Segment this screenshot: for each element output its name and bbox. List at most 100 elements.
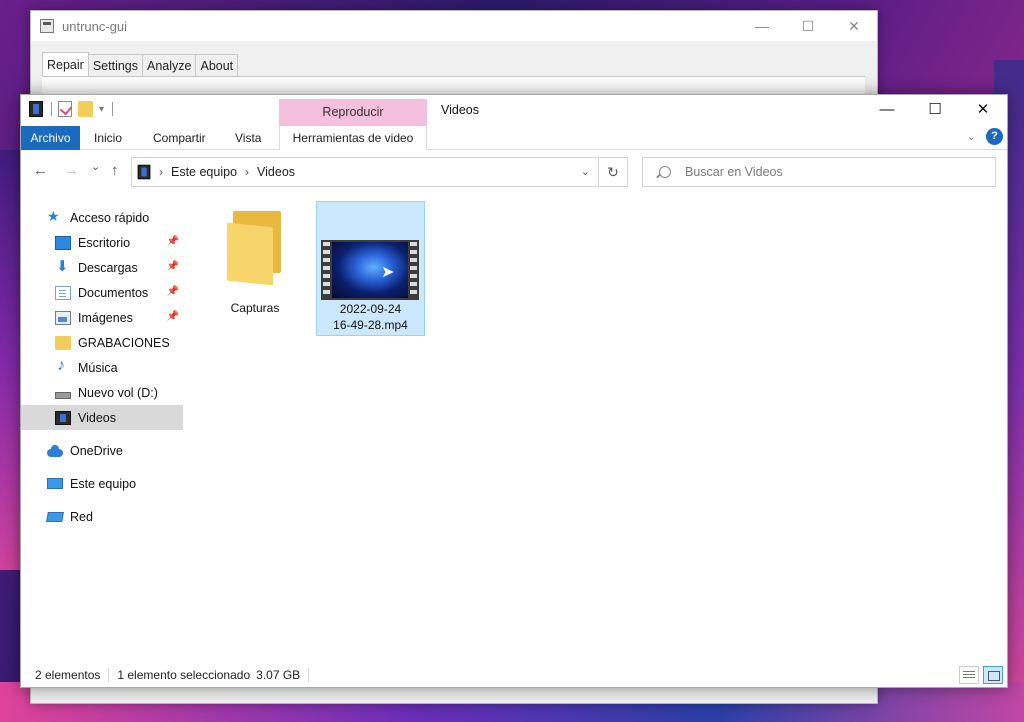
sidebar-item-this-pc[interactable]: Este equipo [21, 471, 183, 496]
sidebar-item-grabaciones[interactable]: GRABACIONES [21, 330, 183, 355]
up-arrow-icon[interactable]: ↑ [111, 162, 119, 179]
navigation-bar: ← → ⌄ ↑ › Este equipo › Videos ⌄ ↻ Busca… [21, 150, 1007, 192]
toolbar-divider [112, 102, 114, 116]
properties-icon[interactable] [58, 101, 72, 117]
address-dropdown-icon[interactable]: ⌄ [581, 165, 590, 178]
chevron-right-icon[interactable]: › [245, 165, 249, 179]
tab-analyze[interactable]: Analyze [142, 54, 197, 76]
app-icon [40, 19, 54, 33]
close-button[interactable]: ✕ [831, 11, 877, 41]
details-view-icon[interactable] [959, 666, 979, 684]
breadcrumb-videos[interactable]: Videos [257, 165, 295, 179]
search-input[interactable]: Buscar en Videos [642, 157, 996, 187]
pin-icon: 📌 [166, 311, 179, 322]
close-button[interactable]: ✕ [959, 95, 1007, 125]
large-icons-view-icon[interactable] [983, 666, 1003, 684]
explorer-window-controls: — ☐ ✕ [863, 95, 1007, 125]
sidebar-item-label: Música [78, 360, 118, 375]
folder-icon [55, 335, 71, 350]
onedrive-cloud-icon [47, 444, 63, 458]
minimize-button[interactable]: — [863, 95, 911, 125]
computer-icon [47, 478, 63, 489]
sidebar-item-label: Imágenes [78, 310, 133, 325]
downloads-icon [55, 257, 71, 275]
tab-share[interactable]: Compartir [153, 126, 206, 150]
drive-icon [55, 392, 71, 399]
file-item-video[interactable]: ➤ 2022-09-24 16-49-28.mp4 [316, 201, 425, 336]
chevron-right-icon[interactable]: › [159, 165, 163, 179]
tab-video-tools[interactable]: Herramientas de video [279, 126, 427, 150]
sidebar-item-quick-access[interactable]: Acceso rápido [21, 205, 183, 230]
customize-toolbar-icon[interactable]: ▾ [99, 104, 104, 115]
maximize-button[interactable]: ☐ [911, 95, 959, 125]
recent-locations-icon[interactable]: ⌄ [91, 160, 100, 173]
sidebar-item-label: Escritorio [78, 235, 131, 250]
address-bar[interactable]: › Este equipo › Videos ⌄ [131, 157, 599, 187]
tab-home[interactable]: Inicio [94, 126, 122, 150]
sidebar-item-label: Nuevo vol (D:) [78, 385, 158, 400]
breadcrumb-this-pc[interactable]: Este equipo [171, 165, 237, 179]
navigation-pane: Acceso rápido Escritorio 📌 Descargas 📌 D… [21, 205, 183, 665]
videos-library-icon [29, 101, 43, 117]
new-folder-icon[interactable] [78, 101, 93, 117]
expand-ribbon-icon[interactable]: ⌄ [967, 130, 976, 143]
untrunc-tabs: Repair Settings Analyze About [42, 52, 239, 76]
untrunc-title: untrunc-gui [62, 18, 128, 34]
desktop-icon [55, 235, 71, 250]
explorer-titlebar[interactable]: ▾ Reproducir Videos — ☐ ✕ [21, 95, 1007, 128]
pictures-icon [55, 310, 71, 325]
maximize-button[interactable]: ☐ [785, 11, 831, 41]
sidebar-item-music[interactable]: Música [21, 355, 183, 380]
file-item-label: Capturas [230, 301, 280, 315]
tab-view[interactable]: Vista [235, 126, 261, 150]
window-title: Videos [441, 103, 479, 117]
file-list: Capturas ➤ 2022-09-24 16-49-28.mp4 [186, 193, 1006, 661]
pin-icon: 📌 [166, 286, 179, 297]
folder-icon [227, 211, 283, 286]
help-icon[interactable]: ? [986, 128, 1003, 145]
sidebar-item-videos[interactable]: Videos [21, 405, 183, 430]
pin-icon: 📌 [166, 236, 179, 247]
sidebar-item-network[interactable]: Red [21, 504, 183, 529]
network-icon [46, 511, 64, 522]
sidebar-item-label: OneDrive [70, 443, 123, 458]
context-tab-group-play: Reproducir [279, 99, 427, 128]
ribbon-right: ⌄ ? [967, 128, 1003, 145]
sidebar-item-drive-d[interactable]: Nuevo vol (D:) [21, 380, 183, 405]
tab-settings[interactable]: Settings [87, 54, 143, 76]
status-bar: 2 elementos 1 elemento seleccionado 3.07… [21, 663, 1007, 687]
documents-icon [55, 285, 71, 300]
file-item-label-line2: 16-49-28.mp4 [333, 318, 408, 332]
status-divider [108, 668, 110, 682]
file-item-capturas[interactable]: Capturas [201, 201, 309, 333]
tab-file[interactable]: Archivo [21, 126, 80, 150]
tab-about[interactable]: About [195, 54, 239, 76]
back-arrow-icon[interactable]: ← [33, 162, 48, 179]
refresh-button[interactable]: ↻ [598, 157, 628, 187]
sidebar-item-label: Documentos [78, 285, 149, 300]
status-item-count: 2 elementos [35, 668, 101, 682]
sidebar-item-label: Videos [78, 410, 116, 425]
ribbon: Archivo Inicio Compartir Vista Herramien… [21, 126, 1007, 150]
forward-arrow-icon[interactable]: → [64, 162, 79, 179]
pin-icon: 📌 [166, 261, 179, 272]
sidebar-item-desktop[interactable]: Escritorio 📌 [21, 230, 183, 255]
toolbar-divider [51, 102, 52, 116]
sidebar-item-pictures[interactable]: Imágenes 📌 [21, 305, 183, 330]
sidebar-item-onedrive[interactable]: OneDrive [21, 438, 183, 463]
status-size: 3.07 GB [256, 668, 301, 682]
videos-icon [55, 410, 71, 425]
music-icon [55, 357, 71, 375]
sidebar-item-downloads[interactable]: Descargas 📌 [21, 255, 183, 280]
explorer-window[interactable]: ▾ Reproducir Videos — ☐ ✕ Archivo Inicio… [20, 94, 1008, 688]
untrunc-titlebar[interactable]: untrunc-gui — ☐ ✕ [31, 11, 877, 41]
video-thumbnail-icon: ➤ [321, 240, 419, 300]
tab-repair[interactable]: Repair [42, 52, 89, 76]
sidebar-item-label: Descargas [78, 260, 138, 275]
view-switcher [959, 666, 1003, 684]
sidebar-item-documents[interactable]: Documentos 📌 [21, 280, 183, 305]
videos-location-icon [137, 164, 151, 180]
sidebar-item-label: Acceso rápido [70, 210, 150, 225]
minimize-button[interactable]: — [739, 11, 785, 41]
quick-access-toolbar: ▾ [29, 101, 114, 117]
